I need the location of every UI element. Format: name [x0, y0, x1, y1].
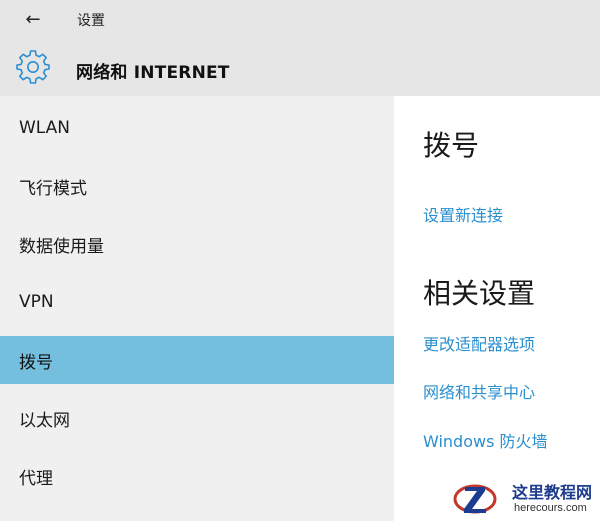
app-title: 设置 — [77, 13, 105, 29]
watermark-logo-icon — [453, 484, 497, 514]
network-sharing-center-link[interactable]: 网络和共享中心 — [423, 379, 535, 403]
page-title: 拨号 — [423, 129, 480, 162]
sidebar-item-proxy[interactable]: 代理 — [0, 452, 394, 500]
sidebar-item-vpn[interactable]: VPN — [0, 278, 394, 326]
sidebar-item-dialup[interactable]: 拨号 — [0, 336, 394, 384]
content-pane: 拨号 设置新连接 相关设置 更改适配器选项 网络和共享中心 Windows 防火… — [394, 96, 600, 521]
sidebar-item-ethernet[interactable]: 以太网 — [0, 394, 394, 442]
back-button[interactable]: ← — [20, 8, 46, 30]
sidebar-item-airplane-mode[interactable]: 飞行模式 — [0, 162, 394, 210]
sidebar-item-wlan[interactable]: WLAN — [0, 104, 394, 152]
watermark-title: 这里教程网 — [512, 483, 593, 502]
change-adapter-options-link[interactable]: 更改适配器选项 — [423, 331, 535, 355]
section-header: 网络和 INTERNET — [0, 40, 600, 96]
gear-icon — [16, 50, 50, 84]
section-title: 网络和 INTERNET — [76, 63, 230, 83]
back-arrow-icon: ← — [25, 8, 41, 30]
title-bar: ← 设置 — [0, 0, 600, 40]
sidebar: WLAN 飞行模式 数据使用量 VPN 拨号 以太网 代理 — [0, 96, 394, 521]
setup-new-connection-link[interactable]: 设置新连接 — [423, 202, 503, 226]
windows-firewall-link[interactable]: Windows 防火墙 — [423, 428, 548, 452]
watermark-url: herecours.com — [514, 502, 587, 514]
watermark: 这里教程网 herecours.com — [452, 475, 600, 521]
sidebar-item-data-usage[interactable]: 数据使用量 — [0, 220, 394, 268]
related-settings-heading: 相关设置 — [423, 277, 536, 310]
